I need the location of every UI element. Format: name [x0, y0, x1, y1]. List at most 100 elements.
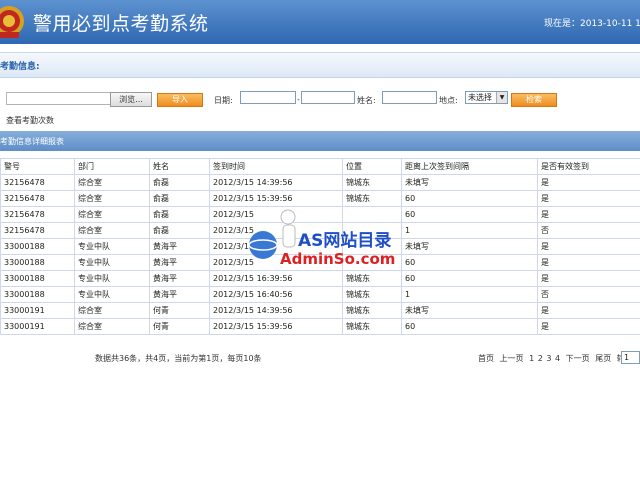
table-header-row: 警号 部门 姓名 签到时间 位置 距离上次签到间隔 是否有效签到 — [0, 158, 640, 175]
cell-valid: 是 — [537, 318, 640, 335]
pager-page-2[interactable]: 2 — [538, 354, 543, 363]
cell-department: 综合室 — [74, 206, 150, 223]
pager: 首页 上一页 1 2 3 4 下一页 尾页 转到 — [478, 353, 636, 364]
pager-first-link[interactable]: 首页 — [478, 354, 494, 363]
cell-name: 俞磊 — [149, 222, 210, 239]
table-row: 32156478 综合室 俞磊 2012/3/15 14:39:56 锦城东 未填写是 — [0, 174, 640, 191]
cell-badge-no: 33000188 — [0, 270, 75, 287]
file-path-input[interactable] — [6, 92, 112, 105]
column-header-badge-no: 警号 — [0, 158, 75, 175]
pager-page-1[interactable]: 1 — [529, 354, 534, 363]
browse-button[interactable]: 浏览... — [110, 92, 152, 107]
cell-name: 黄海平 — [149, 270, 210, 287]
cell-department: 专业中队 — [74, 270, 150, 287]
cell-location: 锦城东 — [342, 174, 402, 191]
cell-department: 综合室 — [74, 318, 150, 335]
cell-department: 专业中队 — [74, 254, 150, 271]
police-emblem-icon — [0, 6, 24, 38]
pager-page-3[interactable]: 3 — [546, 354, 551, 363]
cell-interval: 未填写 — [401, 174, 538, 191]
chevron-down-icon: ▼ — [496, 92, 507, 103]
pager-next-link[interactable]: 下一页 — [566, 354, 590, 363]
name-input[interactable] — [382, 91, 437, 104]
column-header-valid: 是否有效签到 — [537, 158, 640, 175]
cell-interval: 60 — [401, 270, 538, 287]
page-goto-value: 1 — [624, 353, 630, 362]
cell-location: 锦城东 — [342, 286, 402, 303]
location-label: 地点: — [439, 96, 458, 105]
location-select-value: 未选择 — [468, 93, 492, 102]
cell-interval: 未填写 — [401, 238, 538, 255]
table-row: 33000191 综合室 何青 2012/3/15 15:39:56 锦城东 60 是 — [0, 318, 640, 335]
cell-badge-no: 33000191 — [0, 302, 75, 319]
cell-valid: 是 — [537, 190, 640, 207]
column-header-interval: 距离上次签到间隔 — [401, 158, 538, 175]
cell-valid: 否 — [537, 222, 640, 239]
cell-valid: 是 — [537, 270, 640, 287]
name-label: 姓名: — [357, 96, 376, 105]
table-row: 33000188 专业中队 黄海平 2012/3/15 16:39:56 锦城东 60 是 — [0, 270, 640, 287]
page-goto-select[interactable]: 1 — [621, 351, 640, 364]
query-button[interactable]: 检索 — [511, 93, 557, 107]
cell-name: 俞磊 — [149, 190, 210, 207]
table-row: 33000188 专业中队 黄海平 2012/3/15 16:40:56 锦城东 1 否 — [0, 286, 640, 303]
cell-interval: 未填写 — [401, 302, 538, 319]
column-header-location: 位置 — [342, 158, 402, 175]
cell-location: 锦城东 — [342, 318, 402, 335]
cell-valid: 否 — [537, 286, 640, 303]
cell-department: 综合室 — [74, 302, 150, 319]
cell-name: 黄海平 — [149, 286, 210, 303]
cell-checkin-time: 2012/3/15 16:39:56 — [209, 270, 343, 287]
cell-department: 专业中队 — [74, 238, 150, 255]
cell-valid: 是 — [537, 254, 640, 271]
cell-department: 专业中队 — [74, 286, 150, 303]
pager-summary: 数据共36条，共4页，当前为第1页，每页10条 — [95, 354, 262, 363]
pager-last-link[interactable]: 尾页 — [595, 354, 611, 363]
column-header-checkin-time: 签到时间 — [209, 158, 343, 175]
section-title: 考勤信息: — [0, 62, 40, 72]
cell-badge-no: 33000188 — [0, 238, 75, 255]
section-header: 考勤信息: — [0, 52, 640, 78]
cell-checkin-time: 2012/3/15 15:39:56 — [209, 318, 343, 335]
cell-name: 黄海平 — [149, 254, 210, 271]
cell-badge-no: 33000191 — [0, 318, 75, 335]
cell-badge-no: 32156478 — [0, 174, 75, 191]
cell-department: 综合室 — [74, 222, 150, 239]
cell-name: 何青 — [149, 318, 210, 335]
view-attendance-count-link[interactable]: 查看考勤次数 — [6, 115, 54, 126]
cell-valid: 是 — [537, 302, 640, 319]
cell-badge-no: 33000188 — [0, 286, 75, 303]
cell-name: 何青 — [149, 302, 210, 319]
cell-valid: 是 — [537, 206, 640, 223]
cell-badge-no: 32156478 — [0, 190, 75, 207]
column-header-department: 部门 — [74, 158, 150, 175]
cell-name: 俞磊 — [149, 206, 210, 223]
cell-checkin-time: 2012/3/15 14:39:56 — [209, 174, 343, 191]
cell-checkin-time: 2012/3/15 14:39:56 — [209, 302, 343, 319]
import-button[interactable]: 导入 — [157, 93, 203, 107]
cell-badge-no: 33000188 — [0, 254, 75, 271]
location-select[interactable]: 未选择 ▼ — [465, 91, 508, 104]
cell-badge-no: 32156478 — [0, 206, 75, 223]
pager-prev-link[interactable]: 上一页 — [500, 354, 524, 363]
table-row: 33000191 综合室 何青 2012/3/15 14:39:56 锦城东 未填写是 — [0, 302, 640, 319]
start-date-input[interactable] — [240, 91, 296, 104]
cell-department: 综合室 — [74, 190, 150, 207]
report-title: 考勤信息详细报表 — [0, 137, 64, 146]
cell-name: 黄海平 — [149, 238, 210, 255]
cell-department: 综合室 — [74, 174, 150, 191]
date-separator: - — [297, 95, 300, 104]
cell-location: 锦城东 — [342, 270, 402, 287]
watermark-text-primary: AS网站目录 — [298, 231, 392, 251]
cell-name: 俞磊 — [149, 174, 210, 191]
app-title: 警用必到点考勤系统 — [33, 13, 209, 35]
cell-interval: 1 — [401, 222, 538, 239]
end-date-input[interactable] — [301, 91, 355, 104]
cell-interval: 60 — [401, 318, 538, 335]
cell-interval: 60 — [401, 254, 538, 271]
pager-page-4[interactable]: 4 — [555, 354, 560, 363]
cell-valid: 是 — [537, 174, 640, 191]
cell-valid: 是 — [537, 238, 640, 255]
column-header-name: 姓名 — [149, 158, 210, 175]
cell-checkin-time: 2012/3/15 16:40:56 — [209, 286, 343, 303]
